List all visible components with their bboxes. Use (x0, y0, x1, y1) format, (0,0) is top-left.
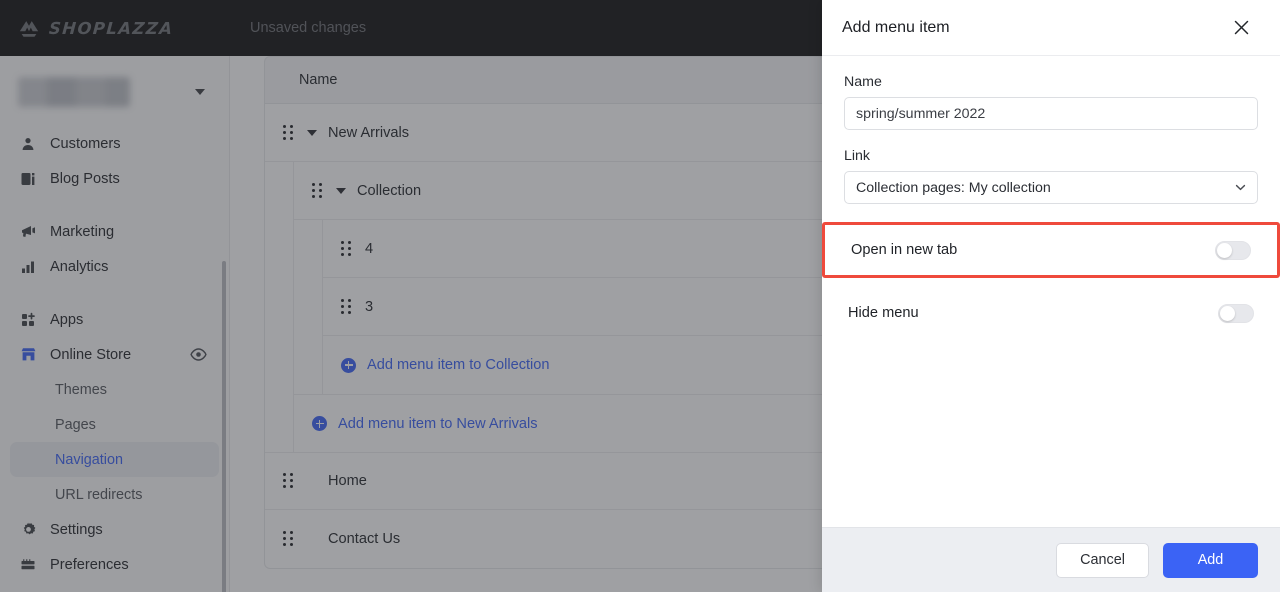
name-field-group: Name (844, 74, 1258, 130)
close-icon[interactable] (1228, 15, 1254, 41)
link-select-value: Collection pages: My collection (856, 179, 1051, 196)
hide-menu-label: Hide menu (848, 305, 919, 321)
drawer-body: Name Link Collection pages: My collectio… (822, 56, 1280, 527)
name-input[interactable] (844, 97, 1258, 130)
open-in-new-tab-row[interactable]: Open in new tab (822, 222, 1280, 278)
link-select[interactable]: Collection pages: My collection (844, 171, 1258, 204)
toggle-knob (1217, 242, 1232, 258)
toggle-knob (1220, 305, 1235, 321)
app-root: SHOPLAZZA Unsaved changes Customers Blog… (0, 0, 1280, 592)
hide-menu-toggle[interactable] (1218, 303, 1254, 323)
link-field-group: Link Collection pages: My collection (844, 148, 1258, 204)
open-in-new-tab-toggle[interactable] (1215, 240, 1251, 260)
chevron-down-icon (1235, 182, 1246, 193)
add-button[interactable]: Add (1163, 542, 1258, 578)
drawer-title: Add menu item (842, 18, 950, 36)
cancel-button[interactable]: Cancel (1056, 542, 1149, 578)
open-in-new-tab-label: Open in new tab (851, 242, 958, 258)
add-menu-item-drawer: Add menu item Name Link Collection pages… (822, 0, 1280, 592)
drawer-footer: Cancel Add (822, 527, 1280, 592)
name-field-label: Name (844, 74, 882, 90)
link-field-label: Link (844, 148, 871, 164)
hide-menu-row[interactable]: Hide menu (844, 294, 1258, 332)
drawer-header: Add menu item (822, 0, 1280, 56)
